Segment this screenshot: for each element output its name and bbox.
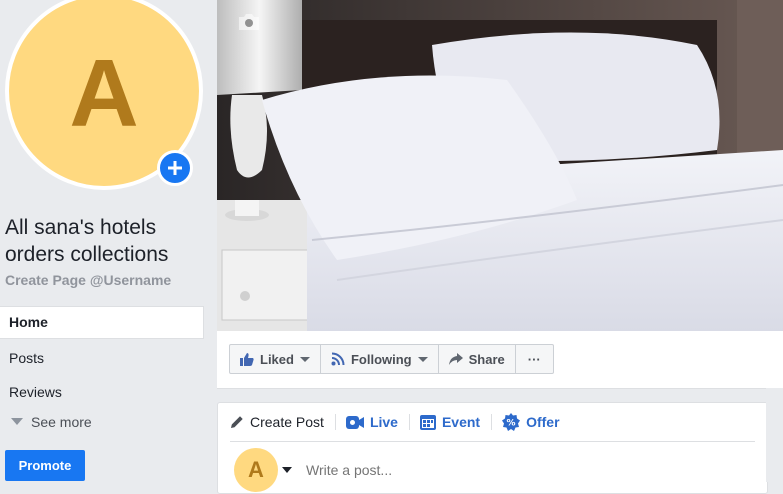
add-photo-button[interactable]: [157, 150, 193, 186]
chevron-down-icon: [299, 356, 310, 362]
thumbs-up-icon: [240, 353, 254, 366]
composer-row: A: [234, 442, 767, 492]
page-title[interactable]: All sana's hotels orders collections: [5, 214, 205, 268]
more-options-button[interactable]: ···: [516, 345, 553, 373]
chevron-down-icon: [417, 356, 428, 362]
promote-button[interactable]: Promote: [5, 450, 85, 481]
calendar-icon: [419, 415, 436, 430]
tab-live[interactable]: Live: [345, 414, 409, 430]
triangle-down-icon: [11, 418, 23, 425]
divider: [491, 414, 493, 430]
avatar-letter: A: [69, 40, 139, 147]
tab-label: Offer: [526, 414, 560, 430]
page-action-bar: Liked Following Share ···: [217, 331, 783, 389]
audience-dropdown-icon[interactable]: [282, 467, 292, 473]
share-label: Share: [468, 351, 505, 367]
following-button[interactable]: Following: [321, 345, 439, 373]
svg-text:%: %: [507, 419, 516, 429]
avatar-letter: A: [248, 457, 264, 482]
left-column: A All sana's hotels orders collections C…: [0, 0, 210, 482]
liked-label: Liked: [260, 351, 294, 367]
nav-item-reviews[interactable]: Reviews: [0, 375, 204, 409]
tab-label: Create Post: [250, 414, 324, 430]
share-button[interactable]: Share: [439, 345, 516, 373]
following-label: Following: [350, 351, 412, 367]
page-background: [766, 388, 783, 482]
rss-icon: [331, 352, 345, 366]
tab-offer[interactable]: % Offer: [502, 413, 570, 431]
nav-item-posts[interactable]: Posts: [0, 341, 204, 375]
liked-button[interactable]: Liked: [230, 345, 321, 373]
create-post-tabs: Create Post Live Event % Offer: [230, 403, 755, 442]
avatar[interactable]: A: [234, 448, 278, 492]
bedroom-photo: [217, 0, 783, 331]
create-post-card: Create Post Live Event % Offer A Write a…: [217, 402, 768, 494]
more-dots-icon: ···: [527, 351, 541, 367]
profile-picture[interactable]: A: [5, 0, 203, 198]
create-username-link[interactable]: Create Page @Username: [5, 272, 171, 288]
share-arrow-icon: [448, 353, 463, 365]
pencil-icon: [231, 416, 243, 428]
cover-photo[interactable]: [217, 0, 783, 331]
tab-label: Event: [441, 414, 481, 430]
tab-label: Live: [369, 414, 398, 430]
divider: [334, 414, 336, 430]
page-nav: Home Posts Reviews See more: [0, 306, 204, 435]
see-more-label: See more: [31, 414, 92, 430]
camera-icon[interactable]: [237, 12, 261, 37]
tab-create-post[interactable]: Create Post: [230, 414, 335, 430]
offer-icon: %: [502, 413, 521, 431]
plus-icon: [168, 161, 182, 175]
page-actions: Liked Following Share ···: [229, 344, 554, 374]
nav-item-home[interactable]: Home: [0, 306, 204, 339]
divider: [408, 414, 410, 430]
live-video-icon: [345, 415, 364, 429]
write-post-input[interactable]: [304, 461, 608, 479]
tab-event[interactable]: Event: [419, 414, 491, 430]
see-more-button[interactable]: See more: [0, 409, 204, 435]
